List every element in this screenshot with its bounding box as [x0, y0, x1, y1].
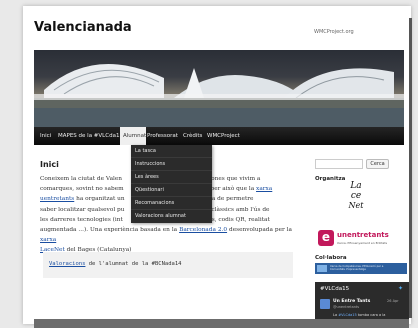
dropdown-item-la-tasca[interactable]: La tasca — [131, 145, 212, 158]
site-description: WMCProject.org — [314, 29, 354, 35]
xarxa-link-2[interactable]: xarxa — [40, 237, 56, 243]
tweet-handle[interactable]: @unentretants — [333, 305, 359, 309]
search-input[interactable] — [315, 159, 363, 169]
twitter-widget-title: #VLCda15 — [320, 286, 350, 292]
nav-item-inici[interactable]: Inici — [40, 127, 54, 145]
nav-item-wmcproject[interactable]: WMCProject — [207, 127, 241, 145]
nav-item-credits[interactable]: Crèdits — [183, 127, 203, 145]
window-edge — [409, 18, 412, 318]
unentretants-name: unentretants — [337, 231, 389, 239]
unentretants-e-icon: e — [318, 230, 334, 246]
quote-box: Valoracions de l'alumnat de la #BCNada14 — [43, 252, 293, 278]
barcelonada-link[interactable]: Barcelonada 2.0 — [179, 227, 227, 233]
dropdown-item-valoracions[interactable]: Valoracions alumnat — [131, 210, 212, 223]
collabora-title: Col·labora — [315, 255, 347, 261]
xarxa-link[interactable]: xarxa — [256, 186, 272, 192]
dropdown-item-les-arees[interactable]: Les àrees — [131, 171, 212, 184]
unentretants-logo[interactable]: e unentretants Xarxa d'Ensenyament en En… — [318, 230, 406, 250]
nav-item-alumnat[interactable]: Alumnat — [120, 127, 146, 145]
site-title[interactable]: Valencianada — [34, 20, 132, 35]
lacenet-logo[interactable]: La ce Net — [341, 181, 371, 219]
collabora-badge-icon — [317, 265, 327, 272]
post-title: Inici — [40, 160, 59, 169]
twitter-widget: #VLCda15 ✦ Un Entre Tants @unentretants … — [315, 282, 409, 324]
unentretants-link[interactable]: uentretants — [40, 196, 74, 202]
main-navigation: Inici MAPES de la #VLCda15 Alumnat Profe… — [34, 127, 404, 145]
alumnat-dropdown: La tasca Instruccions Les àrees Qüestion… — [131, 145, 212, 223]
nav-item-mapes[interactable]: MAPES de la #VLCda15 — [58, 127, 123, 145]
header-image — [34, 50, 404, 127]
tweet-avatar[interactable] — [320, 299, 330, 309]
dropdown-item-instruccions[interactable]: Instruccions — [131, 158, 212, 171]
post-line: augmentada ...). Una experiència basada … — [40, 227, 292, 244]
twitter-bird-icon: ✦ — [398, 285, 404, 292]
dropdown-item-questionari[interactable]: Qüestionari — [131, 184, 212, 197]
tweet-author[interactable]: Un Entre Tants — [333, 299, 370, 304]
page: Valencianada WMCProject.org Inici MAPES … — [23, 6, 411, 324]
tweet-date[interactable]: 26 Apr — [387, 299, 399, 303]
search-button[interactable]: Cerca — [366, 159, 389, 169]
dropdown-item-recomanacions[interactable]: Recomanacions — [131, 197, 212, 210]
quote-text: Valoracions de l'alumnat de la #BCNada14 — [49, 261, 182, 267]
collabora-banner[interactable]: Xarxa de Competències d'Educació per a Co… — [315, 263, 407, 274]
tweet-text: La #VLCda15 tomba cara a la — [333, 313, 386, 317]
nav-item-professorat[interactable]: Professorat — [147, 127, 179, 145]
bottom-bar — [34, 319, 409, 328]
tweet-hashtag[interactable]: #VLCda15 — [338, 313, 357, 317]
valoracions-link[interactable]: Valoracions — [49, 261, 85, 267]
unentretants-subtitle: Xarxa d'Ensenyament en Entitats — [337, 241, 388, 245]
header-image-art — [34, 64, 404, 127]
collabora-text: Xarxa de Competències d'Educació per a Co… — [330, 265, 384, 272]
